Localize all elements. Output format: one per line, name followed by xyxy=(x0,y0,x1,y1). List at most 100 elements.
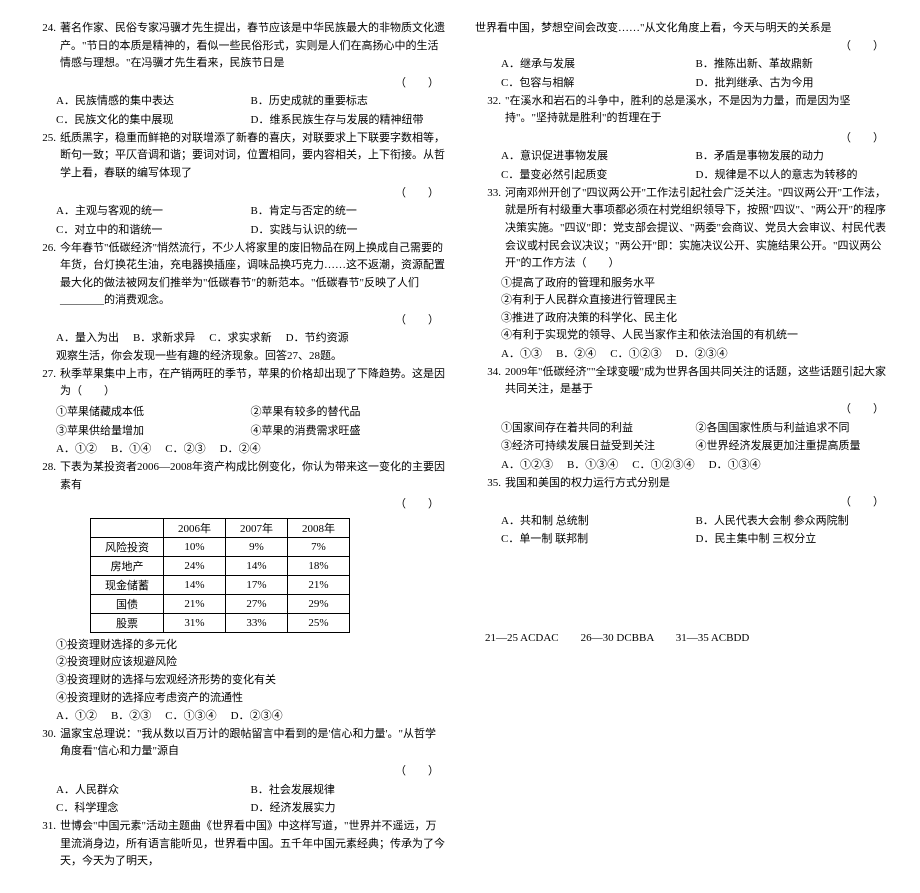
q31-b: B．推陈出新、革故鼎新 xyxy=(696,55,891,74)
q27-l3: ③苹果供给量增加 xyxy=(56,422,251,441)
q26-num: 26. xyxy=(30,240,60,310)
q24-num: 24. xyxy=(30,20,60,73)
q35-options: A．共和制 总统制 B．人民代表大会制 参众两院制 C．单一制 联邦制 D．民主… xyxy=(475,512,890,549)
q28-options: A．①② B．②③ C．①③④ D．②③④ xyxy=(30,707,445,726)
q34-b: B．①③④ xyxy=(567,456,618,475)
q34-options: A．①②③ B．①③④ C．①②③④ D．①③④ xyxy=(475,456,890,475)
q32-b: B．矛盾是事物发展的动力 xyxy=(696,147,891,166)
q28-c: C．①③④ xyxy=(165,707,216,726)
q25-bracket: （ ） xyxy=(30,185,445,203)
q27-lines: ①苹果储藏成本低 ②苹果有较多的替代品 ③苹果供给量增加 ④苹果的消费需求旺盛 xyxy=(30,403,445,440)
q28-l3: ③投资理财的选择与宏观经济形势的变化有关 xyxy=(30,672,445,690)
q35-a: A．共和制 总统制 xyxy=(501,512,696,531)
q24-text: 著名作家、民俗专家冯骥才先生提出，春节应该是中华民族最大的非物质文化遗产。"节日… xyxy=(60,20,445,73)
q32-text: "在溪水和岩石的斗争中，胜利的总是溪水，不是因为力量，而是因为坚持"。"坚持就是… xyxy=(505,93,890,128)
q35-bracket: （ ） xyxy=(475,494,890,512)
q34-text: 2009年"低碳经济""全球变暖"成为世界各国共同关注的话题，这些话题引起大家共… xyxy=(505,364,890,399)
q30-c: C．科学理念 xyxy=(56,799,251,818)
q34-a: A．①②③ xyxy=(501,456,553,475)
q34-d: D．①③④ xyxy=(709,456,761,475)
q24-d: D．维系民族生存与发展的精神纽带 xyxy=(251,111,446,130)
q33-b: B．②④ xyxy=(556,345,596,364)
q34-c: C．①②③④ xyxy=(632,456,694,475)
q33-a: A．①③ xyxy=(501,345,542,364)
q27-num: 27. xyxy=(30,366,60,401)
q24-bracket: （ ） xyxy=(30,75,445,93)
q28-text: 下表为某投资者2006—2008年资产构成比例变化，你认为带来这一变化的主要因素… xyxy=(60,459,445,494)
q24-a: A．民族情感的集中表达 xyxy=(56,92,251,111)
q27-options: A．①② B．①④ C．②③ D．②④ xyxy=(30,440,445,459)
q33-l1: ①提高了政府的管理和服务水平 xyxy=(475,275,890,293)
q34-bracket: （ ） xyxy=(475,401,890,419)
q28-d: D．②③④ xyxy=(231,707,283,726)
q24-options: A．民族情感的集中表达 B．历史成就的重要标志 C．民族文化的集中展现 D．维系… xyxy=(30,92,445,129)
q31-c: C．包容与相解 xyxy=(501,74,696,93)
q32-bracket: （ ） xyxy=(475,130,890,148)
q32-c: C．量变必然引起质变 xyxy=(501,166,696,185)
q34-l2: ②各国国家性质与利益追求不同 xyxy=(696,419,891,438)
q27-c: C．②③ xyxy=(165,440,205,459)
q27-l2: ②苹果有较多的替代品 xyxy=(251,403,446,422)
q27-b: B．①④ xyxy=(111,440,151,459)
q34-l3: ③经济可持续发展日益受到关注 xyxy=(501,437,696,456)
q28-b: B．②③ xyxy=(111,707,151,726)
q30-text: 温家宝总理说："我从数以百万计的跟帖留言中看到的是'信心和力量'。"从哲学角度看… xyxy=(60,726,445,761)
q25-c: C．对立中的和谐统一 xyxy=(56,221,251,240)
q34-lines: ①国家间存在着共同的利益 ②各国国家性质与利益追求不同 ③经济可持续发展日益受到… xyxy=(475,419,890,456)
q33-text: 河南邓州开创了"四议两公开"工作法引起社会广泛关注。"四议两公开"工作法，就是所… xyxy=(505,185,890,273)
q27-text: 秋季苹果集中上市，在产销两旺的季节，苹果的价格却出现了下降趋势。这是因为（ ） xyxy=(60,366,445,401)
q32-options: A．意识促进事物发展 B．矛盾是事物发展的动力 C．量变必然引起质变 D．规律是… xyxy=(475,147,890,184)
q33-l2: ②有利于人民群众直接进行管理民主 xyxy=(475,292,890,310)
q26-b: B．求新求异 xyxy=(133,329,195,348)
q31-a: A．继承与发展 xyxy=(501,55,696,74)
q31-text: 世博会"中国元素"活动主题曲《世界看中国》中这样写道，"世界并不遥远，万里流淌身… xyxy=(60,818,445,871)
q35-b: B．人民代表大会制 参众两院制 xyxy=(696,512,891,531)
answer-key: 21—25 ACDAC 26—30 DCBBA 31—35 ACBDD xyxy=(475,629,890,645)
q33-l3: ③推进了政府决策的科学化、民主化 xyxy=(475,310,890,328)
q30-d: D．经济发展实力 xyxy=(251,799,446,818)
q31-num: 31. xyxy=(30,818,60,871)
q28-table: 2006年2007年2008年 风险投资10%9%7% 房地产24%14%18%… xyxy=(90,518,350,633)
q34-num: 34. xyxy=(475,364,505,399)
q26-text: 今年春节"低碳经济"悄然流行，不少人将家里的废旧物品在网上换成自己需要的年货，台… xyxy=(60,240,445,310)
q35-num: 35. xyxy=(475,475,505,493)
q28-l2: ②投资理财应该规避风险 xyxy=(30,654,445,672)
q34-l4: ④世界经济发展更加注重提高质量 xyxy=(696,437,891,456)
q35-c: C．单一制 联邦制 xyxy=(501,530,696,549)
q31-options: A．继承与发展 B．推陈出新、革故鼎新 C．包容与相解 D．批判继承、古为今用 xyxy=(475,55,890,92)
q27-d: D．②④ xyxy=(220,440,261,459)
q30-num: 30. xyxy=(30,726,60,761)
q31-cont: 世界看中国，梦想空间会改变……"从文化角度上看，今天与明天的关系是 xyxy=(475,20,890,38)
intro-27-28: 观察生活，你会发现一些有趣的经济现象。回答27、28题。 xyxy=(30,348,445,366)
q27-l1: ①苹果储藏成本低 xyxy=(56,403,251,422)
q28-l4: ④投资理财的选择应考虑资产的流通性 xyxy=(30,690,445,708)
q33-d: D．②③④ xyxy=(676,345,728,364)
q28-l1: ①投资理财选择的多元化 xyxy=(30,637,445,655)
q35-text: 我国和美国的权力运行方式分别是 xyxy=(505,475,890,493)
q33-options: A．①③ B．②④ C．①②③ D．②③④ xyxy=(475,345,890,364)
q25-a: A．主观与客观的统一 xyxy=(56,202,251,221)
q30-a: A．人民群众 xyxy=(56,781,251,800)
q28-bracket: （ ） xyxy=(30,496,445,514)
q34-l1: ①国家间存在着共同的利益 xyxy=(501,419,696,438)
q32-a: A．意识促进事物发展 xyxy=(501,147,696,166)
q25-d: D．实践与认识的统一 xyxy=(251,221,446,240)
q26-a: A．量入为出 xyxy=(56,329,119,348)
q28-num: 28. xyxy=(30,459,60,494)
q25-b: B．肯定与否定的统一 xyxy=(251,202,446,221)
q25-options: A．主观与客观的统一 B．肯定与否定的统一 C．对立中的和谐统一 D．实践与认识… xyxy=(30,202,445,239)
q33-c: C．①②③ xyxy=(610,345,661,364)
q35-d: D．民主集中制 三权分立 xyxy=(696,530,891,549)
q32-num: 32. xyxy=(475,93,505,128)
q31-d: D．批判继承、古为今用 xyxy=(696,74,891,93)
q26-c: C．求实求新 xyxy=(209,329,271,348)
q25-num: 25. xyxy=(30,130,60,183)
q26-options: A．量入为出 B．求新求异 C．求实求新 D．节约资源 xyxy=(30,329,445,348)
q26-bracket: （ ） xyxy=(30,312,445,330)
q27-a: A．①② xyxy=(56,440,97,459)
q33-l4: ④有利于实现党的领导、人民当家作主和依法治国的有机统一 xyxy=(475,327,890,345)
q24-b: B．历史成就的重要标志 xyxy=(251,92,446,111)
q25-text: 纸质黑字，稳重而鲜艳的对联增添了新春的喜庆，对联要求上下联要字数相等，断句一致；… xyxy=(60,130,445,183)
q30-options: A．人民群众 B．社会发展规律 C．科学理念 D．经济发展实力 xyxy=(30,781,445,818)
q33-num: 33. xyxy=(475,185,505,273)
